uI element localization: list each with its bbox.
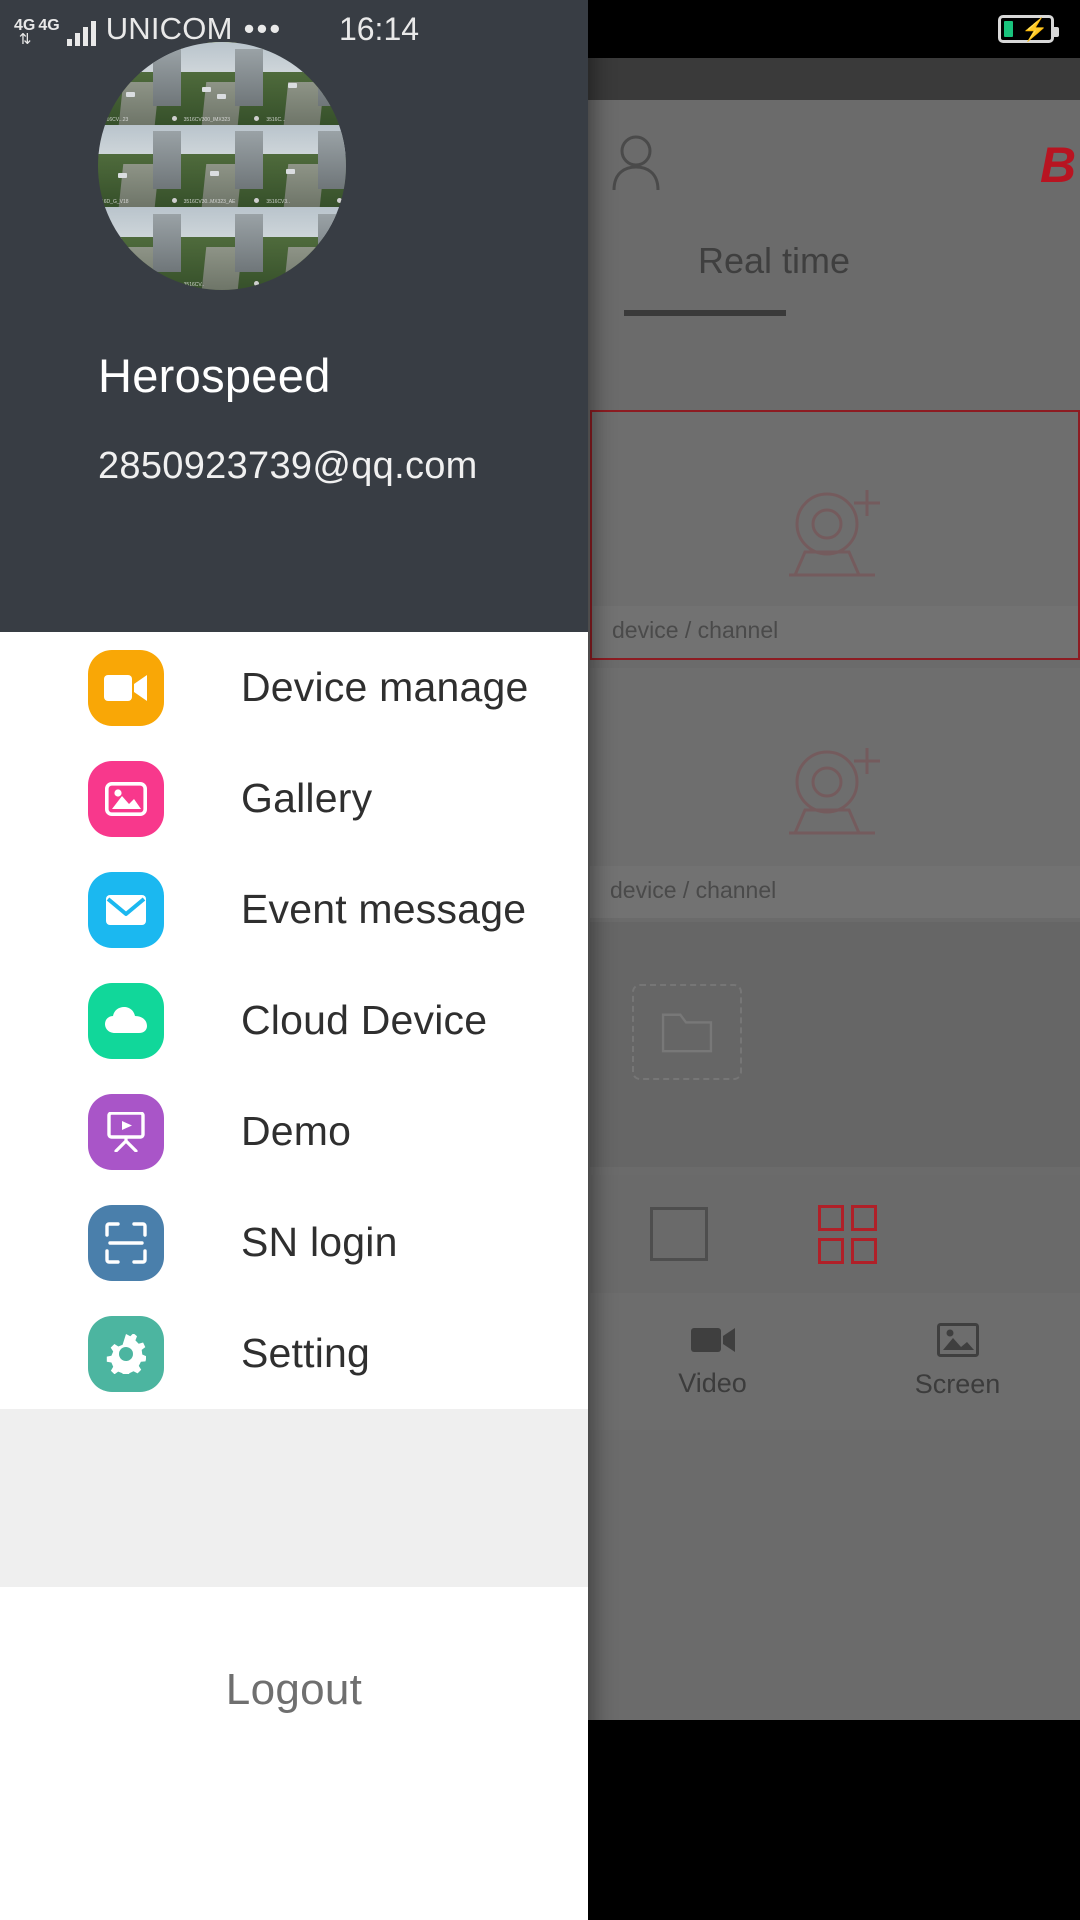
split-screen-toolbar: [590, 1175, 1080, 1293]
add-camera-icon: [789, 490, 880, 577]
battery-charging-icon: ⚡: [998, 15, 1059, 43]
presentation-play-icon: [88, 1093, 164, 1170]
menu-item-event-message[interactable]: Event message: [0, 854, 588, 965]
tab-real-time[interactable]: Real time: [624, 240, 924, 282]
empty-video-panel[interactable]: [590, 922, 1080, 1167]
phone-screen: ⚡ B Real time device / channel device / …: [0, 0, 1080, 1920]
menu-item-label: SN login: [241, 1219, 398, 1265]
menu-item-label: Setting: [241, 1330, 371, 1376]
video-camera-icon: [690, 1328, 735, 1352]
menu-item-label: Demo: [241, 1108, 352, 1154]
menu-item-gallery[interactable]: Gallery: [0, 743, 588, 854]
user-name: Herospeed: [98, 349, 331, 402]
menu-item-demo[interactable]: Demo: [0, 1076, 588, 1187]
menu-item-label: Cloud Device: [241, 997, 488, 1043]
split-1-icon[interactable]: [650, 1207, 708, 1261]
split-4-icon[interactable]: [818, 1204, 877, 1264]
envelope-mail-icon: [88, 871, 164, 948]
video-panel[interactable]: device / channel: [590, 668, 1080, 918]
menu-item-sn-login[interactable]: SN login: [0, 1187, 588, 1298]
menu-item-label: Device manage: [241, 664, 529, 710]
bottom-nav-video-label: Video: [678, 1368, 747, 1398]
menu-item-setting[interactable]: Setting: [0, 1298, 588, 1409]
menu-item-label: Gallery: [241, 775, 373, 821]
bottom-nav-screen[interactable]: Screen: [835, 1293, 1080, 1430]
photo-image-icon: [88, 760, 164, 837]
scan-qr-icon: [88, 1204, 164, 1281]
drawer-header: 4G ⇅ 4G UNICOM ••• 16:14 3516CV...23 351…: [0, 0, 588, 632]
user-email: 2850923739@qq.com: [98, 445, 478, 487]
video-panel[interactable]: device / channel: [590, 410, 1080, 660]
brand-logo: B: [1040, 137, 1076, 193]
avatar[interactable]: 3516CV...23 3516CV300_IMX323 3516C... 16…: [98, 42, 346, 290]
person-outline-icon[interactable]: [610, 134, 662, 190]
video-panel-caption: device / channel: [610, 877, 777, 903]
menu-item-label: Event message: [241, 886, 527, 932]
logout-button[interactable]: Logout: [0, 1587, 588, 1920]
folder-dashed-icon: [632, 984, 742, 1080]
add-camera-icon: [789, 748, 880, 835]
tab-real-time-label: Real time: [697, 240, 851, 281]
tab-active-underline: [624, 310, 786, 316]
drawer-spacer: [0, 1409, 588, 1587]
video-panel-caption: device / channel: [612, 617, 779, 643]
bottom-nav-screen-label: Screen: [914, 1369, 1001, 1399]
background-bottom-nav: Video Screen: [590, 1293, 1080, 1430]
menu-item-cloud-device[interactable]: Cloud Device: [0, 965, 588, 1076]
video-camera-icon: [88, 649, 164, 726]
screenshot-image-icon: [936, 1323, 979, 1357]
drawer-menu: Device manage Gallery Event message Clou…: [0, 632, 588, 1409]
menu-item-device-manage[interactable]: Device manage: [0, 632, 588, 743]
bottom-nav-video[interactable]: Video: [590, 1293, 835, 1430]
cloud-icon: [88, 982, 164, 1059]
logout-label: Logout: [225, 1665, 363, 1714]
navigation-drawer: 4G ⇅ 4G UNICOM ••• 16:14 3516CV...23 351…: [0, 0, 588, 1920]
gear-settings-icon: [88, 1315, 164, 1392]
